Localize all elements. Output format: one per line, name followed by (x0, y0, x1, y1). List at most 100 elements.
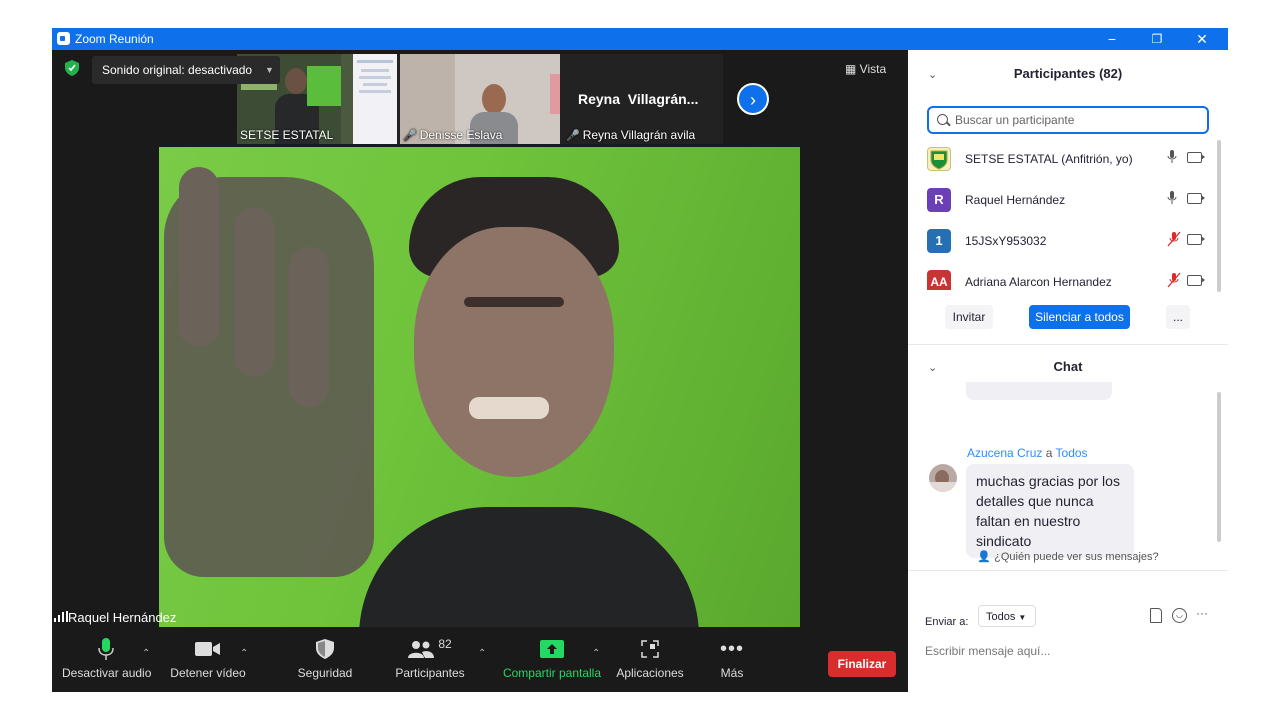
thumbnail-denisse[interactable]: 🎤 Denisse Eslava (400, 54, 560, 144)
participant-row[interactable]: 1 15JSxY953032 (927, 227, 1212, 257)
thumbnail-face (482, 84, 506, 114)
camera-icon (195, 642, 220, 656)
video-finger (234, 207, 274, 377)
active-speaker-video (159, 147, 800, 627)
camera-icon[interactable] (1187, 234, 1205, 245)
original-sound-toggle[interactable]: Sonido original: desactivado ▼ (92, 56, 280, 84)
chat-header: Chat (1053, 359, 1083, 374)
mute-all-button[interactable]: Silenciar a todos (1029, 305, 1130, 329)
more-button[interactable]: ••• Más (708, 634, 756, 692)
camera-icon[interactable] (1187, 275, 1205, 286)
window-title: Zoom Reunión (75, 32, 154, 46)
video-options-chevron-icon[interactable]: ⌃ (240, 648, 248, 659)
camera-icon[interactable] (1187, 193, 1205, 204)
apps-button[interactable]: Aplicaciones (614, 634, 686, 692)
setse-logo-avatar (927, 147, 951, 171)
muted-mic-icon[interactable] (1167, 272, 1181, 288)
muted-mic-icon[interactable] (1167, 231, 1181, 247)
more-options-button[interactable]: ... (1166, 305, 1190, 329)
encryption-shield-icon[interactable] (65, 60, 79, 76)
emoji-icon[interactable]: ◡ (1172, 608, 1187, 623)
share-options-chevron-icon[interactable]: ⌃ (592, 648, 600, 659)
close-button[interactable]: ✕ (1180, 29, 1224, 49)
muted-mic-icon: 🎤 (566, 130, 580, 142)
previous-message-bubble (966, 382, 1112, 400)
send-to-dropdown[interactable]: Todos ▼ (978, 605, 1036, 627)
people-icon (408, 641, 435, 658)
shield-icon (316, 639, 334, 659)
thumbnail-green-wall (307, 66, 341, 106)
next-page-button[interactable]: › (737, 83, 769, 115)
zoom-window: Zoom Reunión − ❐ ✕ SETSE ESTATAL 🎤 Denis… (52, 28, 1228, 692)
video-stage: SETSE ESTATAL 🎤 Denisse Eslava Reyna Vill… (52, 50, 908, 692)
meeting-toolbar: Desactivar audio ⌃ Detener vídeo ⌃ Segur… (52, 634, 908, 692)
chat-message: muchas gracias por los detalles que nunc… (966, 464, 1134, 558)
grid-icon: ▦ (845, 62, 860, 76)
video-finger (289, 247, 329, 407)
section-divider (908, 344, 1228, 345)
thumbnail-background-detail (550, 74, 560, 114)
participant-search-input[interactable]: Buscar un participante (927, 106, 1209, 134)
share-screen-button[interactable]: Compartir pantalla (500, 634, 604, 692)
chat-sender: Azucena Cruz a Todos (967, 446, 1088, 460)
active-speaker-label: Raquel Hernández (54, 610, 176, 625)
who-can-see-messages-link[interactable]: 👤 ¿Quién puede ver sus mensajes? (908, 550, 1228, 563)
avatar: R (927, 188, 951, 212)
participants-header: Participantes (82) (1013, 66, 1123, 81)
end-meeting-button[interactable]: Finalizar (828, 651, 896, 677)
ellipsis-icon: ••• (719, 637, 744, 660)
participants-scrollbar[interactable] (1217, 140, 1221, 292)
person-icon: 👤 (977, 551, 995, 563)
video-finger (179, 167, 219, 347)
participant-row[interactable]: R Raquel Hernández (927, 186, 1212, 216)
chat-message-input[interactable]: Escribir mensaje aquí... (925, 644, 1050, 658)
video-face (414, 227, 614, 477)
participants-count: 82 (438, 637, 452, 651)
file-icon[interactable] (1150, 608, 1162, 623)
thumbnail-strip: SETSE ESTATAL 🎤 Denisse Eslava Reyna Vill… (237, 54, 723, 144)
signal-bars-icon (54, 611, 68, 622)
participants-button[interactable]: 82 Participantes (390, 634, 470, 692)
chevron-down-icon[interactable]: ▼ (265, 56, 274, 84)
side-panel: ⌄ Participantes (82) Buscar un participa… (908, 50, 1228, 692)
send-to-label: Enviar a: (925, 616, 969, 628)
avatar (929, 464, 957, 492)
thumbnail-shared-screen (353, 54, 397, 144)
ellipsis-icon[interactable]: ··· (1196, 606, 1208, 620)
participant-row[interactable]: SETSE ESTATAL (Anfitrión, yo) (927, 145, 1212, 175)
thumbnail-face (285, 68, 307, 94)
participant-row[interactable]: AA Adriana Alarcon Hernandez (927, 268, 1212, 290)
thumbnail-big-name: Reyna Villagrán... (578, 91, 699, 107)
participants-options-chevron-icon[interactable]: ⌃ (478, 648, 486, 659)
minimize-button[interactable]: − (1090, 29, 1134, 49)
avatar: AA (927, 270, 951, 290)
muted-mic-icon: 🎤 (403, 130, 417, 142)
section-divider (908, 570, 1228, 571)
invite-button[interactable]: Invitar (945, 305, 993, 329)
mute-audio-button[interactable]: Desactivar audio (62, 634, 151, 692)
restore-button[interactable]: ❐ (1135, 29, 1179, 49)
thumbnail-name: SETSE ESTATAL (240, 128, 334, 142)
apps-icon (641, 640, 659, 658)
video-teeth (469, 397, 549, 419)
camera-icon[interactable] (1187, 152, 1205, 163)
thumbnail-name: 🎤 Denisse Eslava (403, 128, 503, 142)
title-bar: Zoom Reunión − ❐ ✕ (52, 28, 1228, 50)
microphone-icon[interactable] (1167, 190, 1177, 206)
thumbnail-name: 🎤 Reyna Villagrán avila (566, 128, 696, 142)
original-sound-label: Sonido original: desactivado (102, 63, 253, 77)
share-screen-icon (540, 640, 564, 658)
search-icon (937, 114, 948, 125)
view-button[interactable]: ▦ Vista (845, 62, 886, 76)
chevron-down-icon: ▼ (1018, 613, 1027, 622)
security-button[interactable]: Seguridad (290, 634, 360, 692)
stop-video-button[interactable]: Detener vídeo (168, 634, 248, 692)
microphone-icon[interactable] (1167, 149, 1177, 165)
microphone-icon (98, 638, 114, 660)
avatar: 1 (927, 229, 951, 253)
audio-options-chevron-icon[interactable]: ⌃ (142, 648, 150, 659)
video-eyes (464, 297, 564, 307)
thumbnail-reyna[interactable]: Reyna Villagrán... 🎤 Reyna Villagrán avil… (563, 54, 723, 144)
zoom-logo-icon (57, 32, 70, 45)
chat-scrollbar[interactable] (1217, 392, 1221, 542)
